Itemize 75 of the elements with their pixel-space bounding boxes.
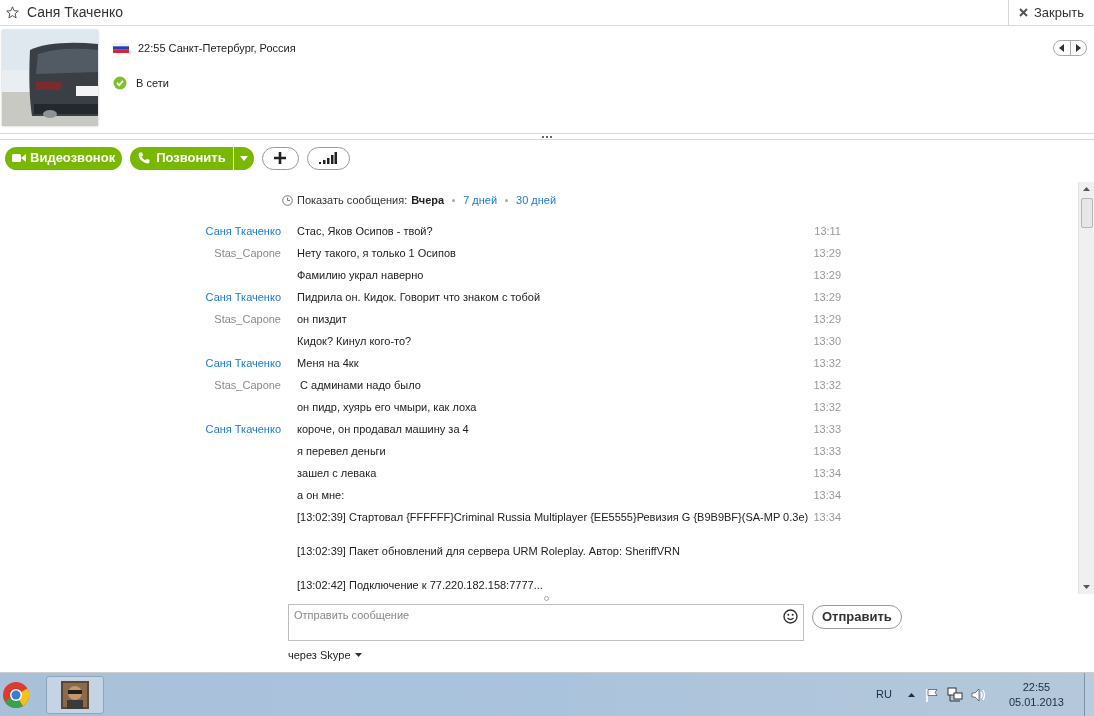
message-text: [13:02:39] Пакет обновлений для сервера URM Roleplay. Автор: SheriffVRN bbox=[297, 543, 681, 559]
sender-name[interactable]: Stas_Capone bbox=[214, 376, 281, 394]
caret-icon bbox=[354, 653, 362, 658]
history-range-link[interactable]: 30 дней bbox=[516, 191, 557, 209]
message-time: 13:11 bbox=[813, 223, 841, 239]
browser-icon[interactable] bbox=[2, 680, 30, 709]
message-text: Меня на 4кк bbox=[297, 355, 360, 371]
message-text: С админами надо было bbox=[299, 377, 422, 393]
taskbar-clock[interactable]: 22:55 05.01.2013 bbox=[1008, 679, 1064, 710]
message-time: 13:34 bbox=[812, 487, 841, 503]
message-text: я перевел деньги bbox=[297, 443, 387, 459]
message-time: 13:29 bbox=[812, 267, 841, 283]
history-range-link[interactable]: Вчера bbox=[411, 191, 445, 209]
message-time: 13:32 bbox=[812, 399, 841, 415]
close-icon bbox=[1018, 8, 1028, 17]
sender-name[interactable]: Саня Ткаченко bbox=[205, 288, 281, 306]
window-title: Саня Ткаченко bbox=[27, 3, 123, 22]
resize-handle-icon[interactable] bbox=[542, 135, 552, 138]
message-time: 13:29 bbox=[812, 245, 841, 261]
emoticon-icon[interactable] bbox=[783, 609, 798, 624]
message-text: [13:02:42] Подключение к 77.220.182.158:7777... bbox=[297, 577, 544, 593]
message-time: 13:29 bbox=[812, 311, 841, 327]
next-icon bbox=[1075, 44, 1081, 52]
favorite-star-icon[interactable] bbox=[6, 6, 19, 19]
online-status-icon bbox=[113, 75, 127, 90]
close-button[interactable]: Закрыть bbox=[1007, 0, 1094, 25]
history-label: Показать сообщения: bbox=[297, 192, 408, 208]
message-text: Пидрила он. Кидок. Говорит что знаком с тобой bbox=[297, 289, 542, 305]
sender-name[interactable]: Саня Ткаченко bbox=[205, 222, 281, 240]
video-camera-icon bbox=[12, 153, 26, 163]
message-text: Кидок? Кинул кого-то? bbox=[297, 333, 413, 349]
message-time: 13:29 bbox=[812, 289, 841, 305]
history-range-link[interactable]: 7 дней bbox=[463, 191, 498, 209]
message-text: [13:02:39] Стартовал {FFFFFF}Criminal Russia Multiplayer {EE5555}Ревизия G {B9B9BF}(SA-MP 0.3e) bbox=[297, 509, 810, 525]
message-text: зашел с левака bbox=[297, 465, 378, 481]
message-time: 13:30 bbox=[812, 333, 841, 349]
message-text: Фамилию украл наверно bbox=[297, 267, 425, 283]
message-time: 13:34 bbox=[812, 465, 841, 481]
scroll-down-icon[interactable] bbox=[1083, 585, 1090, 589]
volume-icon[interactable] bbox=[970, 687, 987, 702]
caret-icon bbox=[239, 155, 248, 161]
phone-icon bbox=[138, 152, 151, 164]
language-indicator[interactable]: RU bbox=[876, 686, 892, 703]
video-call-button[interactable]: Видеозвонок bbox=[5, 146, 123, 170]
signal-bars-icon bbox=[319, 152, 338, 164]
message-text: а он мне: bbox=[297, 487, 346, 503]
message-text: Стас, Яков Осипов - твой? bbox=[297, 223, 434, 239]
message-time: 13:33 bbox=[812, 443, 841, 459]
sender-name[interactable]: Stas_Capone bbox=[214, 310, 281, 328]
sender-name[interactable]: Stas_Capone bbox=[214, 244, 281, 262]
scroll-up-icon[interactable] bbox=[1083, 187, 1090, 191]
message-text: Нету такого, я только 1 Осипов bbox=[297, 245, 457, 261]
clock-icon bbox=[282, 194, 293, 206]
previous-icon bbox=[1059, 44, 1065, 52]
show-hidden-icons-icon[interactable] bbox=[907, 692, 915, 697]
flag-icon[interactable] bbox=[924, 687, 939, 702]
send-via-dropdown[interactable]: через Skype bbox=[288, 647, 362, 664]
local-time-location: 22:55 Санкт-Петербург, Россия bbox=[138, 41, 296, 56]
message-text: он пиздит bbox=[297, 311, 348, 327]
plus-icon bbox=[274, 152, 287, 164]
message-text: он пидр, хуярь его чмыри, как лоха bbox=[297, 399, 478, 415]
sender-name[interactable]: Саня Ткаченко bbox=[205, 354, 281, 372]
taskbar-app-button[interactable] bbox=[46, 675, 104, 714]
sender-name[interactable]: Саня Ткаченко bbox=[205, 420, 281, 438]
message-input[interactable]: Отправить сообщение bbox=[288, 604, 804, 641]
scrollbar-thumb[interactable] bbox=[1080, 198, 1093, 228]
message-time: 13:32 bbox=[812, 355, 841, 371]
flag-icon bbox=[113, 43, 129, 54]
message-time: 13:33 bbox=[812, 421, 841, 437]
message-text: короче, он продавал машину за 4 bbox=[297, 421, 470, 437]
message-time: 13:34 bbox=[812, 509, 841, 525]
network-icon[interactable] bbox=[946, 687, 963, 702]
status-label: В сети bbox=[136, 75, 169, 91]
scrollbar[interactable] bbox=[1078, 182, 1094, 594]
message-time: 13:32 bbox=[812, 377, 841, 393]
